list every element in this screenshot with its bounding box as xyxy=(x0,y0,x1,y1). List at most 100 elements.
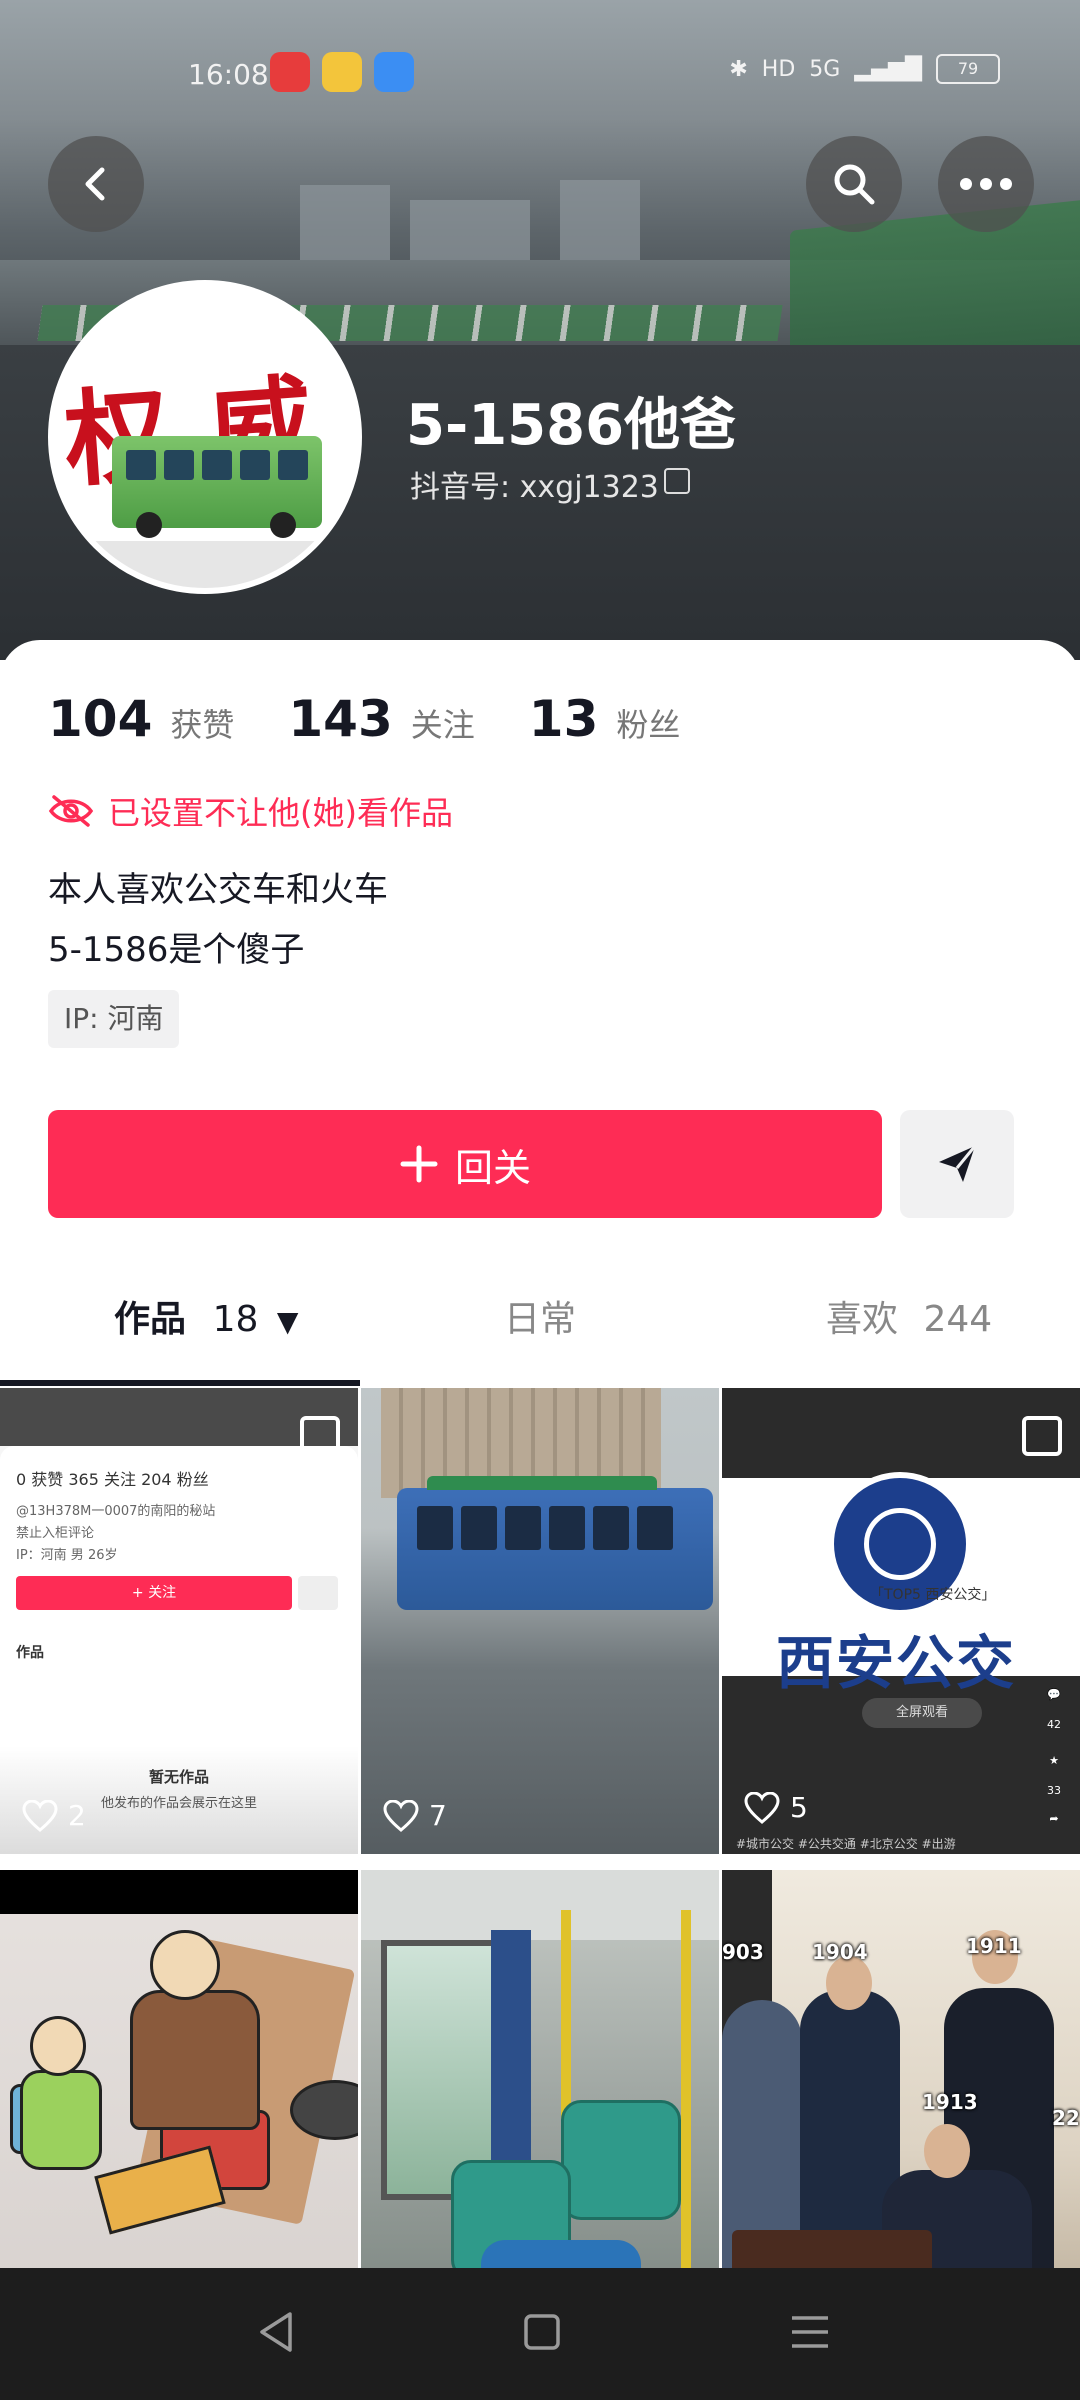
cover-building xyxy=(300,185,390,265)
heart-icon xyxy=(383,1799,419,1832)
bio-line-1: 本人喜欢公交车和火车 xyxy=(48,870,388,910)
wallet-icon xyxy=(374,52,414,92)
ip-tag: IP: 河南 xyxy=(48,990,180,1048)
message-button[interactable] xyxy=(900,1110,1014,1218)
mini-line: 禁止入柜评论 xyxy=(16,1526,95,1541)
nav-home-icon[interactable] xyxy=(520,2308,564,2356)
douyin-id-value: xxgj1323 xyxy=(519,470,659,505)
mini-follow-button: + 关注 xyxy=(16,1576,292,1610)
follow-back-button[interactable]: 回关 xyxy=(48,1110,882,1218)
bus-window xyxy=(278,450,308,480)
bus-window xyxy=(126,450,156,480)
likes-label[interactable]: 获赞 xyxy=(170,700,234,746)
comment-icon: 💬 xyxy=(1047,1688,1061,1701)
douyin-id-label: 抖音号: xyxy=(410,470,511,505)
tab-works-count: 18 xyxy=(212,1299,259,1340)
bus-roof xyxy=(427,1476,657,1490)
tab-daily[interactable]: 日常 xyxy=(504,1290,576,1342)
star-icon: ★ xyxy=(1049,1754,1059,1767)
cartoon-money xyxy=(94,2145,226,2235)
network-icon: 5G xyxy=(809,56,841,82)
profile-stats: 104 获赞 143 关注 13 粉丝 xyxy=(48,690,734,748)
tab-daily-label: 日常 xyxy=(504,1299,577,1340)
privacy-notice-text: 已设置不让他(她)看作品 xyxy=(108,794,453,832)
following-count[interactable]: 143 xyxy=(288,690,392,748)
system-nav-bar xyxy=(0,2268,1080,2400)
photo-label: 1911 xyxy=(966,1934,1022,1958)
profile-tabs: 作品 18 ▼ 日常 喜欢 244 xyxy=(0,1260,1080,1360)
post-bus-image xyxy=(397,1476,713,1610)
bus-window xyxy=(164,450,194,480)
post-likes-count: 2 xyxy=(68,1799,86,1832)
bus-window xyxy=(417,1506,453,1550)
nav-menu-icon[interactable] xyxy=(788,2308,832,2356)
signal-icon: ▂▄▆█ xyxy=(854,56,922,82)
cartoon-boy-head xyxy=(30,2016,86,2076)
tab-likes-label: 喜欢 xyxy=(826,1299,899,1340)
bus-wheel xyxy=(270,512,296,538)
avatar-bus-image xyxy=(112,436,322,538)
bus-window xyxy=(505,1506,541,1550)
post-likes-count: 5 xyxy=(790,1791,808,1824)
bus-ceiling xyxy=(361,1870,719,1940)
status-bar: 16:08 ✱ HD 5G ▂▄▆█ 79 xyxy=(0,50,1080,94)
post-top5-text: 「TOP5 西安公交」 xyxy=(870,1587,996,1603)
following-label[interactable]: 关注 xyxy=(411,700,475,746)
logo-inner-ring xyxy=(864,1508,936,1580)
post-top-strip xyxy=(0,1870,358,1914)
back-button[interactable] xyxy=(48,136,144,232)
photo-label: 1913 xyxy=(922,2090,978,2114)
bus-window xyxy=(549,1506,585,1550)
bluetooth-icon: ✱ xyxy=(729,56,748,82)
mini-empty-title: 暂无作品 xyxy=(148,1768,209,1786)
tab-active-indicator xyxy=(0,1380,360,1386)
battery-icon: 79 xyxy=(936,54,1000,84)
search-button[interactable] xyxy=(806,136,902,232)
photo-face xyxy=(826,1956,872,2010)
bus-window xyxy=(461,1506,497,1550)
mini-line: IP：河南 男 26岁 xyxy=(16,1548,118,1563)
tab-likes-count: 244 xyxy=(923,1299,993,1340)
post-thumbnail[interactable]: 903 1904 1911 1913 22 xyxy=(722,1870,1080,2336)
tab-likes[interactable]: 喜欢 244 xyxy=(826,1290,992,1342)
tab-works[interactable]: 作品 18 ▼ xyxy=(114,1290,298,1342)
cartoon-oldman-head xyxy=(150,1930,220,2000)
bus-window xyxy=(240,450,270,480)
more-button[interactable] xyxy=(938,136,1034,232)
copy-icon[interactable] xyxy=(664,468,690,494)
cartoon-boy-body xyxy=(20,2070,102,2170)
post-thumbnail[interactable] xyxy=(0,1870,358,2336)
cover-building xyxy=(410,200,530,265)
profile-cover: 16:08 ✱ HD 5G ▂▄▆█ 79 权威 5-1586他爸 抖音号: x… xyxy=(0,0,1080,660)
post-caption: #城市公交 #公共交通 #北京公交 #出游 xyxy=(736,1837,956,1851)
post-likes: 7 xyxy=(383,1799,447,1832)
mini-stats: 0 获赞 365 关注 204 粉丝 xyxy=(16,1470,209,1489)
privacy-notice[interactable]: 已设置不让他(她)看作品 xyxy=(48,788,453,834)
likes-count[interactable]: 104 xyxy=(48,690,152,748)
followers-label[interactable]: 粉丝 xyxy=(616,700,680,746)
photo-face xyxy=(924,2124,970,2178)
douyin-id[interactable]: 抖音号: xxgj1323 xyxy=(410,462,659,506)
cartoon-oldman-body xyxy=(130,1990,260,2130)
status-time: 16:08 xyxy=(188,58,269,91)
hd-icon: HD xyxy=(761,56,796,82)
followers-count[interactable]: 13 xyxy=(529,690,599,748)
post-thumbnail[interactable]: 「TOP5 西安公交」 西安公交 全屏观看 💬 42 ★ 33 ➦ 5 #城市公… xyxy=(722,1388,1080,1854)
avatar-ground xyxy=(54,541,356,588)
post-thumbnail[interactable] xyxy=(361,1870,719,2336)
bus-wheel xyxy=(136,512,162,538)
post-thumbnail[interactable]: 7 xyxy=(361,1388,719,1854)
search-icon xyxy=(834,164,875,205)
caret-down-icon[interactable]: ▼ xyxy=(277,1305,299,1338)
post-thumbnail[interactable]: 0 获赞 365 关注 204 粉丝 @13H378M一0007的南阳的秘站 禁… xyxy=(0,1388,358,1854)
posts-grid: 0 获赞 365 关注 204 粉丝 @13H378M一0007的南阳的秘站 禁… xyxy=(0,1388,1080,2336)
avatar[interactable]: 权威 xyxy=(48,280,362,594)
multi-image-icon xyxy=(300,1416,340,1456)
chevron-left-icon xyxy=(85,167,105,201)
nav-back-icon[interactable] xyxy=(254,2308,298,2356)
send-icon xyxy=(939,1145,977,1182)
follow-back-label: 回关 xyxy=(454,1145,531,1190)
mini-tab: 作品 xyxy=(16,1645,44,1661)
mini-message-button xyxy=(298,1576,338,1610)
bus-pole xyxy=(681,1910,691,2310)
